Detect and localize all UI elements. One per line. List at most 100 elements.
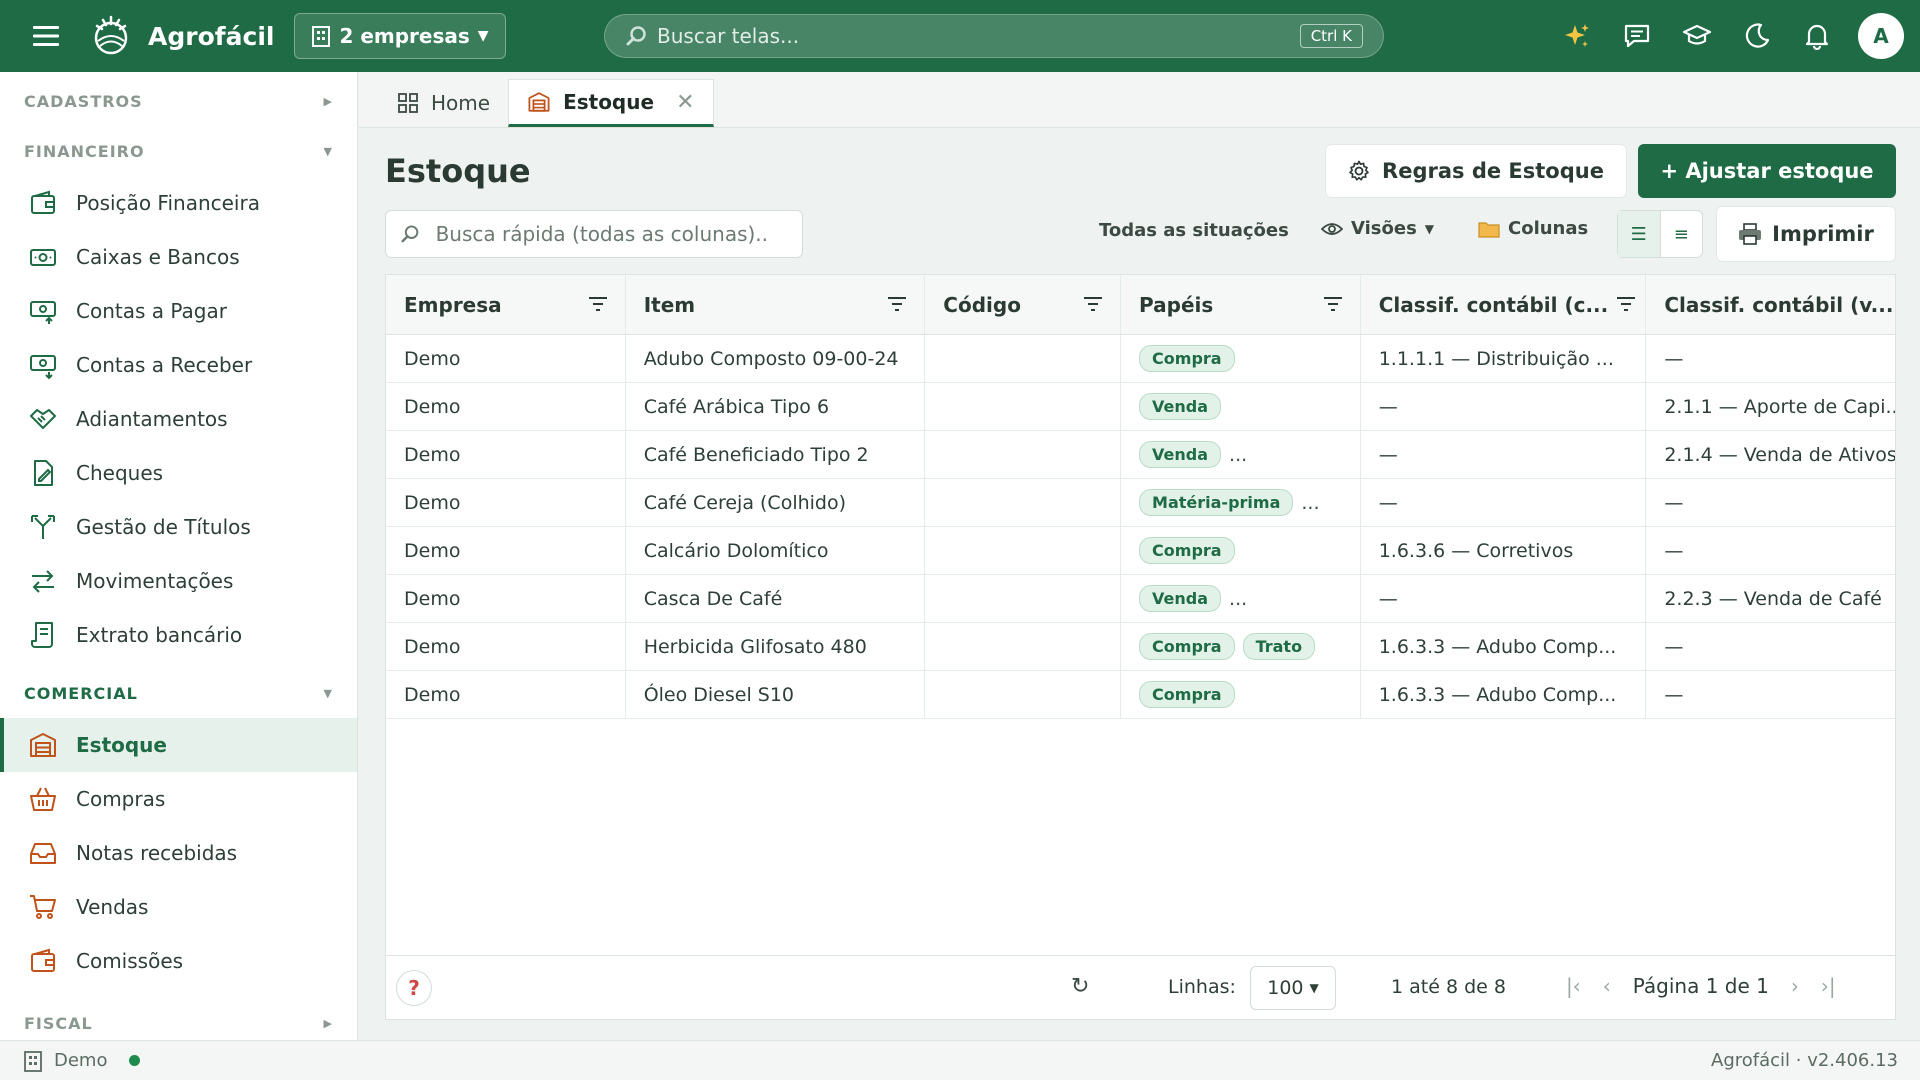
cell-codigo — [925, 383, 1122, 430]
hamburger-menu-icon[interactable] — [24, 14, 68, 58]
cell-classif-venda: — — [1664, 683, 1684, 706]
sidebar-item-gestao-titulos[interactable]: Gestão de Títulos — [0, 500, 357, 554]
sidebar-item-vendas[interactable]: Vendas — [0, 880, 357, 934]
cell-classif-compra: — — [1361, 383, 1647, 430]
cell-papeis: Compra — [1121, 671, 1361, 718]
table-row[interactable]: Demo Casca De Café Venda... —2.2.3 — Venda … — [386, 575, 1895, 623]
pagination-range: 1 até 8 de 8 — [1391, 976, 1506, 998]
column-header-codigo[interactable]: Código — [925, 275, 1122, 334]
stock-rules-button[interactable]: Regras de Estoque — [1325, 144, 1627, 198]
quick-search-input[interactable] — [435, 222, 788, 246]
cell-classif-compra: — — [1361, 575, 1647, 622]
sidebar-item-extrato-bancario[interactable]: Extrato bancário — [0, 608, 357, 662]
chevron-down-icon: ▼ — [1424, 221, 1435, 236]
notifications-bell-icon[interactable] — [1798, 12, 1836, 60]
more-roles-indicator[interactable]: ... — [1229, 588, 1247, 610]
column-header-classif-compra[interactable]: Classif. contábil (c... — [1361, 275, 1647, 334]
table-row[interactable]: Demo Café Cereja (Colhido) Matéria-prima..… — [386, 479, 1895, 527]
sidebar-item-label: Cheques — [76, 461, 164, 485]
filter-icon[interactable] — [1615, 294, 1637, 314]
more-roles-indicator[interactable]: ... — [1301, 492, 1319, 514]
sidebar-item-contas-pagar[interactable]: Contas a Pagar — [0, 284, 357, 338]
views-button[interactable]: Visões ▼ — [1321, 218, 1434, 239]
rows-per-page-select[interactable]: 100 ▼ — [1250, 966, 1336, 1010]
density-compact-icon[interactable]: ≡ — [1661, 211, 1703, 257]
sidebar-item-posicao-financeira[interactable]: Posição Financeira — [0, 176, 357, 230]
role-badge: Compra — [1139, 537, 1235, 564]
table-row[interactable]: Demo Café Beneficiado Tipo 2 Venda... —2.1.… — [386, 431, 1895, 479]
cash-icon — [30, 249, 56, 266]
sidebar-item-label: Compras — [76, 787, 166, 811]
sidebar-item-label: Comissões — [76, 949, 184, 973]
dark-mode-moon-icon[interactable] — [1738, 12, 1776, 60]
sidebar-item-label: Estoque — [76, 733, 167, 757]
filter-icon[interactable] — [886, 294, 908, 314]
next-page-icon[interactable]: › — [1791, 974, 1799, 998]
refresh-icon[interactable]: ↻ — [1071, 974, 1089, 999]
chevron-down-icon: ▼ — [323, 686, 333, 700]
density-comfortable-icon[interactable]: ☰ — [1618, 211, 1661, 257]
column-header-papeis[interactable]: Papéis — [1121, 275, 1361, 334]
cell-codigo — [925, 335, 1122, 382]
column-header-empresa[interactable]: Empresa — [386, 275, 626, 334]
brand[interactable]: Agrofácil — [88, 13, 274, 59]
company-selector-button[interactable]: 2 empresas ▼ — [294, 13, 506, 59]
sidebar-item-adiantamentos[interactable]: Adiantamentos — [0, 392, 357, 446]
graduation-cap-icon[interactable] — [1678, 12, 1716, 60]
stock-rules-label: Regras de Estoque — [1382, 159, 1604, 183]
table-row[interactable]: Demo Café Arábica Tipo 6 Venda — 2.1.1 — Apo… — [386, 383, 1895, 431]
cell-classif-compra: 1.6.3.3 — Adubo Comp... — [1361, 671, 1647, 718]
print-button[interactable]: Imprimir — [1716, 206, 1896, 262]
tab-estoque[interactable]: Estoque ✕ — [508, 79, 714, 127]
sidebar-item-cheques[interactable]: Cheques — [0, 446, 357, 500]
rows-per-page-value: 100 — [1267, 977, 1304, 999]
close-icon[interactable]: ✕ — [676, 90, 694, 115]
role-badge: Compra — [1139, 345, 1235, 372]
filter-icon[interactable] — [1322, 294, 1344, 314]
adjust-stock-button[interactable]: + Ajustar estoque — [1638, 144, 1896, 198]
check-document-icon — [34, 460, 53, 486]
table-row[interactable]: Demo Herbicida Glifosato 480 Compra Trato 1.… — [386, 623, 1895, 671]
tab-label: Home — [431, 91, 491, 115]
sidebar-item-compras[interactable]: Compras — [0, 772, 357, 826]
chat-message-icon[interactable] — [1618, 12, 1656, 60]
basket-icon — [30, 787, 56, 811]
more-roles-indicator[interactable]: ... — [1229, 444, 1247, 466]
status-filter-select[interactable]: Todas as situações — [1099, 220, 1289, 241]
cell-classif-compra: 1.1.1.1 — Distribuição ... — [1361, 335, 1647, 382]
cell-papeis: Venda... — [1121, 575, 1361, 622]
column-header-classif-venda[interactable]: Classif. contábil (v... — [1646, 275, 1895, 334]
screen-search-input[interactable]: Buscar telas... Ctrl K — [604, 14, 1384, 58]
role-badge: Compra — [1139, 633, 1235, 660]
sidebar-item-comissoes[interactable]: Comissões — [0, 934, 357, 988]
chevron-down-icon: ▼ — [477, 28, 489, 44]
sidebar-section-comercial[interactable]: COMERCIAL ▼ — [0, 668, 357, 718]
tab-home[interactable]: Home — [379, 79, 508, 127]
inbox-icon — [30, 843, 56, 864]
table-row[interactable]: Demo Óleo Diesel S10 Compra 1.6.3.3 — Adubo… — [386, 671, 1895, 719]
columns-button[interactable]: Colunas — [1478, 218, 1588, 239]
sparkles-icon[interactable] — [1558, 12, 1596, 60]
table-row[interactable]: Demo Adubo Composto 09-00-24 Compra 1.1.1.1… — [386, 335, 1895, 383]
sidebar-item-label: Extrato bancário — [76, 623, 243, 647]
help-icon[interactable]: ? — [396, 970, 432, 1006]
quick-search-field[interactable] — [385, 210, 803, 258]
column-header-item[interactable]: Item — [626, 275, 926, 334]
last-page-icon[interactable]: ›| — [1821, 974, 1836, 998]
sidebar-section-financeiro[interactable]: FINANCEIRO ▼ — [0, 126, 357, 176]
sidebar-item-caixas-bancos[interactable]: Caixas e Bancos — [0, 230, 357, 284]
sidebar-item-label: Vendas — [76, 895, 149, 919]
filter-icon[interactable] — [587, 294, 609, 314]
prev-page-icon[interactable]: ‹ — [1603, 974, 1611, 998]
sidebar-item-estoque[interactable]: Estoque — [0, 718, 357, 772]
filter-icon[interactable] — [1082, 294, 1104, 314]
sidebar-item-contas-receber[interactable]: Contas a Receber — [0, 338, 357, 392]
sidebar-item-movimentacoes[interactable]: Movimentações — [0, 554, 357, 608]
sidebar-item-notas-recebidas[interactable]: Notas recebidas — [0, 826, 357, 880]
first-page-icon[interactable]: |‹ — [1566, 974, 1581, 998]
table-row[interactable]: Demo Calcário Dolomítico Compra 1.6.3.6 — C… — [386, 527, 1895, 575]
cell-empresa: Demo — [386, 479, 626, 526]
user-avatar[interactable]: A — [1858, 13, 1904, 59]
sidebar-section-cadastros[interactable]: CADASTROS ▶ — [0, 76, 357, 126]
brand-name: Agrofácil — [148, 21, 275, 51]
